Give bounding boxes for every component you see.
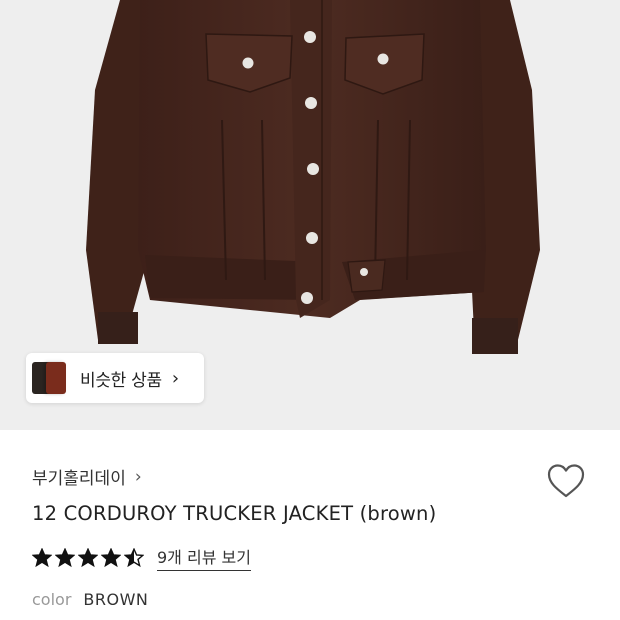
product-info: 부기홀리데이 › 12 CORDUROY TRUCKER JACKET (bro… xyxy=(0,430,620,620)
color-value: BROWN xyxy=(83,590,149,609)
star-full-icon xyxy=(32,547,52,567)
brand-name: 부기홀리데이 xyxy=(32,469,126,489)
brand-link[interactable]: 부기홀리데이 › xyxy=(32,464,142,490)
color-label: color xyxy=(32,590,72,609)
heart-icon xyxy=(547,464,585,498)
review-link[interactable]: 9개 리뷰 보기 xyxy=(157,544,251,571)
star-full-icon xyxy=(101,547,121,567)
star-half-icon xyxy=(124,547,144,567)
chevron-right-icon: › xyxy=(134,466,142,487)
color-row: color BROWN xyxy=(32,590,148,609)
star-full-icon xyxy=(78,547,98,567)
star-full-icon xyxy=(55,547,75,567)
similar-products-label: 비슷한 상품 xyxy=(80,370,162,391)
chevron-right-icon: › xyxy=(171,367,180,389)
similar-thumbnails xyxy=(26,353,72,403)
rating-stars xyxy=(32,547,147,568)
rating-row: 9개 리뷰 보기 xyxy=(32,544,251,571)
wishlist-button[interactable] xyxy=(545,462,587,500)
product-title: 12 CORDUROY TRUCKER JACKET (brown) xyxy=(32,502,437,525)
product-image[interactable]: 비슷한 상품 › xyxy=(0,0,620,430)
similar-products-button[interactable]: 비슷한 상품 › xyxy=(26,353,204,403)
similar-thumbnail xyxy=(46,362,66,394)
